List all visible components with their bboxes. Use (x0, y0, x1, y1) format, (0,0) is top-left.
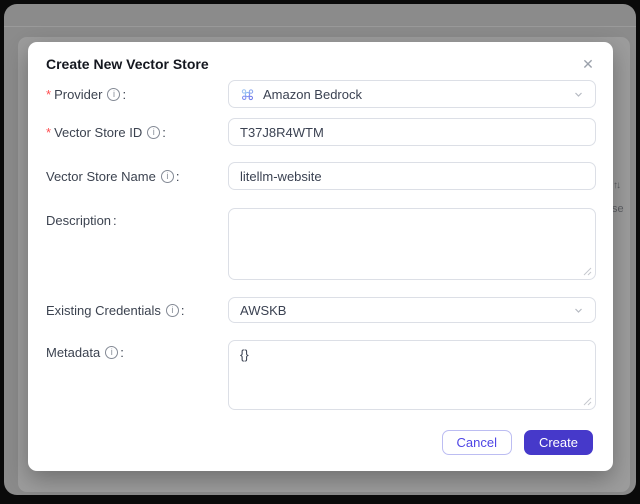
info-icon[interactable]: i (105, 346, 119, 359)
info-icon[interactable]: i (107, 87, 121, 101)
provider-value: Amazon Bedrock (263, 86, 362, 102)
field-row-vector-store-id: * Vector Store ID i : (46, 118, 596, 146)
chevron-down-icon (573, 305, 584, 316)
info-icon[interactable]: i (165, 303, 179, 317)
metadata-label-text: Metadata (46, 345, 101, 360)
required-asterisk: * (46, 124, 52, 140)
description-textarea[interactable] (228, 208, 596, 280)
chevron-down-icon (573, 89, 584, 100)
field-row-description: Description : (46, 208, 596, 280)
label-colon: : (122, 86, 127, 102)
vector-store-id-input[interactable] (228, 118, 596, 146)
metadata-textarea[interactable]: {} (228, 340, 596, 410)
resize-handle-icon[interactable] (583, 397, 592, 406)
label-colon: : (113, 213, 117, 228)
provider-label-text: Provider (54, 86, 103, 102)
provider-select[interactable]: Amazon Bedrock (228, 80, 596, 108)
resize-handle-icon[interactable] (583, 267, 592, 276)
existing-credentials-select[interactable]: AWSKB (228, 297, 596, 323)
vector-store-name-input[interactable] (228, 162, 596, 190)
field-row-vector-store-name: Vector Store Name i : (46, 162, 596, 190)
metadata-label: Metadata i : (46, 340, 228, 360)
label-colon: : (180, 302, 185, 318)
provider-label: * Provider i : (46, 87, 228, 102)
label-colon: : (175, 168, 180, 184)
label-colon: : (162, 124, 166, 140)
vector-store-id-label: * Vector Store ID i : (46, 125, 228, 140)
create-vector-store-modal: Create New Vector Store ✕ * Provider i : (28, 42, 613, 471)
field-row-existing-credentials: Existing Credentials i : AWSKB (46, 297, 596, 323)
existing-credentials-label: Existing Credentials i : (46, 303, 228, 318)
modal-footer: Cancel Create (441, 430, 593, 455)
background-partial-text: se (612, 203, 624, 215)
label-colon: : (120, 345, 124, 360)
existing-credentials-value: AWSKB (240, 302, 287, 318)
modal-title: Create New Vector Store (46, 56, 209, 72)
vector-store-name-label-text: Vector Store Name (46, 168, 156, 184)
required-asterisk: * (46, 86, 52, 102)
vector-store-name-label: Vector Store Name i : (46, 169, 228, 184)
cancel-button[interactable]: Cancel (441, 430, 512, 455)
info-icon[interactable]: i (160, 169, 174, 183)
existing-credentials-label-text: Existing Credentials (46, 302, 161, 318)
close-icon[interactable]: ✕ (577, 53, 599, 75)
info-icon[interactable]: i (147, 125, 161, 139)
field-row-metadata: Metadata i : {} (46, 340, 596, 410)
description-label-text: Description (46, 213, 112, 228)
create-button[interactable]: Create (523, 430, 593, 455)
dimmed-page-header (4, 4, 636, 27)
sort-arrows-icon: ↑↓ (613, 180, 621, 191)
amazon-bedrock-icon (240, 87, 255, 102)
field-row-provider: * Provider i : Amazon Bedrock (46, 80, 596, 108)
description-label: Description : (46, 208, 228, 228)
vector-store-id-label-text: Vector Store ID (54, 124, 143, 140)
